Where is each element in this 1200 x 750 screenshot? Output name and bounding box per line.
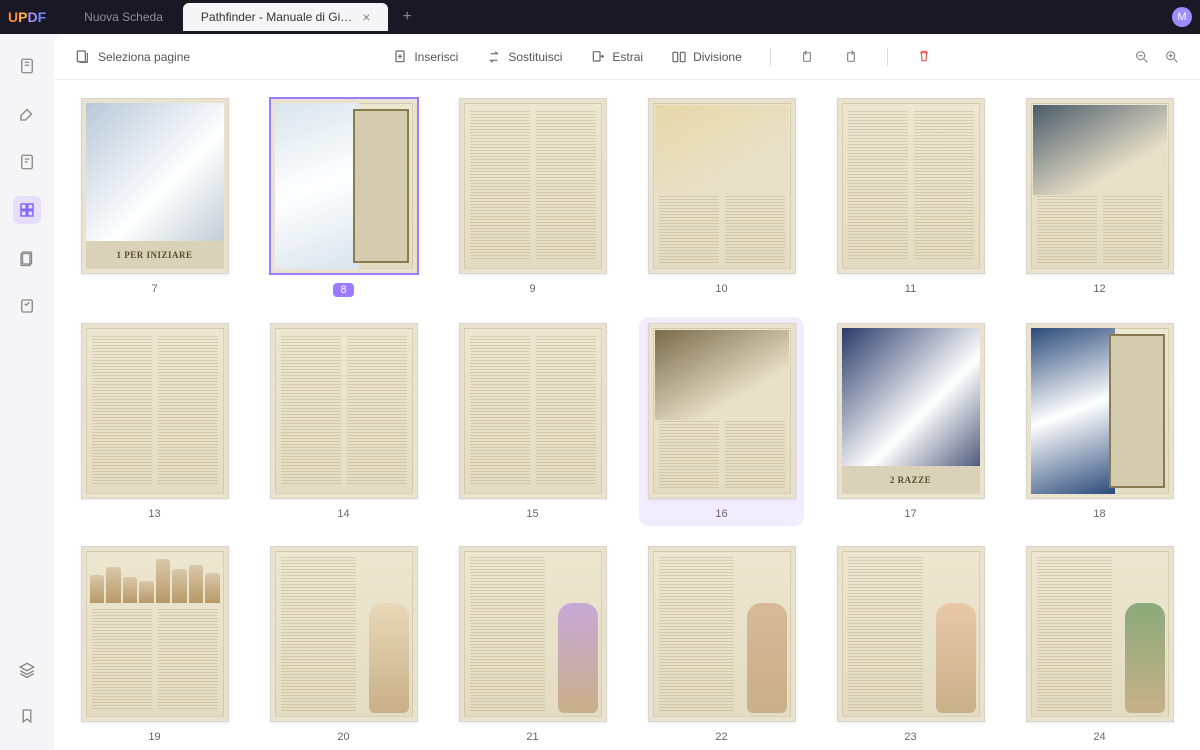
thumbnail-grid: 1 PER INIZIARE 7 8 9 10 11 12 13 14 15 16 2 RAZZE 17… [78, 98, 1176, 743]
page-number-label: 15 [526, 508, 538, 520]
page-thumbnail-image: 2 RAZZE [837, 323, 985, 499]
page-thumbnail[interactable]: 15 [456, 323, 609, 520]
sidebar-layers-icon[interactable] [13, 656, 41, 684]
page-number-label: 8 [333, 283, 353, 297]
page-number-label: 12 [1093, 283, 1105, 295]
zoom-in-button[interactable] [1164, 49, 1180, 65]
separator [770, 48, 771, 66]
page-thumbnail-image [1026, 323, 1174, 499]
sidebar-crop-icon[interactable] [13, 244, 41, 272]
document-tab[interactable]: Nuova Scheda [66, 3, 181, 31]
page-number-label: 23 [904, 731, 916, 743]
page-thumbnail[interactable]: 2 RAZZE 17 [834, 323, 987, 520]
sidebar-form-icon[interactable] [13, 292, 41, 320]
page-thumbnail[interactable]: 21 [456, 546, 609, 743]
page-thumbnail-image [1026, 98, 1174, 274]
page-number-label: 24 [1093, 731, 1105, 743]
page-number-label: 20 [337, 731, 349, 743]
page-thumbnail-image [648, 323, 796, 499]
page-thumbnail-image: 1 PER INIZIARE [81, 98, 229, 274]
page-toolbar: Seleziona pagine Inserisci Sostituisci E… [54, 34, 1200, 80]
page-number-label: 11 [905, 283, 916, 295]
page-number-label: 14 [337, 508, 349, 520]
rotate-right-button[interactable] [843, 48, 859, 66]
page-thumbnail-image [270, 98, 418, 274]
page-number-label: 18 [1093, 508, 1105, 520]
page-thumbnail[interactable]: 24 [1023, 546, 1176, 743]
extract-button[interactable]: Estrai [590, 48, 643, 66]
sidebar-reader-icon[interactable] [13, 52, 41, 80]
new-tab-button[interactable]: + [390, 8, 423, 26]
thumbnail-scroll[interactable]: 1 PER INIZIARE 7 8 9 10 11 12 13 14 15 16 2 RAZZE 17… [54, 80, 1200, 750]
sidebar-pages-icon[interactable] [13, 196, 41, 224]
main-panel: Seleziona pagine Inserisci Sostituisci E… [54, 34, 1200, 750]
sidebar-edit-icon[interactable] [13, 148, 41, 176]
delete-button[interactable] [916, 48, 932, 66]
page-thumbnail[interactable]: 12 [1023, 98, 1176, 297]
page-number-label: 21 [526, 731, 538, 743]
document-tab[interactable]: Pathfinder - Manuale di Gi…× [183, 3, 389, 31]
page-thumbnail-image [1026, 546, 1174, 722]
zoom-out-button[interactable] [1134, 49, 1150, 65]
page-thumbnail[interactable]: 13 [78, 323, 231, 520]
page-thumbnail-image [648, 98, 796, 274]
page-thumbnail-image [270, 323, 418, 499]
page-thumbnail[interactable]: 23 [834, 546, 987, 743]
sidebar-highlight-icon[interactable] [13, 100, 41, 128]
page-number-label: 17 [904, 508, 916, 520]
page-number-label: 10 [715, 283, 727, 295]
page-number-label: 9 [529, 283, 535, 295]
tab-strip: Nuova SchedaPathfinder - Manuale di Gi…× [66, 3, 390, 31]
page-thumbnail[interactable]: 11 [834, 98, 987, 297]
page-thumbnail[interactable]: 9 [456, 98, 609, 297]
page-thumbnail[interactable]: 18 [1023, 323, 1176, 520]
page-number-label: 16 [715, 508, 727, 520]
extract-icon [590, 49, 606, 65]
page-thumbnail[interactable]: 10 [645, 98, 798, 297]
page-number-label: 22 [715, 731, 727, 743]
page-thumbnail[interactable]: 16 [639, 317, 804, 526]
sidebar-bookmark-icon[interactable] [13, 702, 41, 730]
page-number-label: 13 [148, 508, 160, 520]
page-thumbnail-image [459, 546, 607, 722]
page-thumbnail[interactable]: 14 [267, 323, 420, 520]
page-thumbnail[interactable]: 22 [645, 546, 798, 743]
left-sidebar [0, 34, 54, 750]
rotate-left-button[interactable] [799, 48, 815, 66]
replace-button[interactable]: Sostituisci [486, 48, 562, 66]
select-pages-button[interactable]: Seleziona pagine [74, 49, 190, 65]
title-bar: UPDF Nuova SchedaPathfinder - Manuale di… [0, 0, 1200, 34]
page-thumbnail-image [648, 546, 796, 722]
page-thumbnail-image [459, 98, 607, 274]
close-tab-icon[interactable]: × [362, 9, 370, 25]
user-avatar[interactable]: M [1172, 7, 1192, 27]
separator [887, 48, 888, 66]
app-logo: UPDF [8, 9, 46, 25]
page-number-label: 19 [148, 731, 160, 743]
replace-icon [486, 49, 502, 65]
select-pages-label: Seleziona pagine [98, 50, 190, 64]
select-icon [74, 49, 90, 65]
page-thumbnail-image [837, 98, 985, 274]
insert-button[interactable]: Inserisci [392, 48, 458, 66]
page-thumbnail-image [81, 323, 229, 499]
page-thumbnail[interactable]: 19 [78, 546, 231, 743]
page-thumbnail[interactable]: 20 [267, 546, 420, 743]
page-thumbnail[interactable]: 1 PER INIZIARE 7 [78, 98, 231, 297]
split-button[interactable]: Divisione [671, 48, 742, 66]
page-thumbnail-image [270, 546, 418, 722]
page-thumbnail-image [81, 546, 229, 722]
page-thumbnail-image [837, 546, 985, 722]
page-number-label: 7 [151, 283, 157, 295]
insert-icon [392, 49, 408, 65]
page-thumbnail[interactable]: 8 [267, 98, 420, 297]
page-thumbnail-image [459, 323, 607, 499]
split-icon [671, 49, 687, 65]
